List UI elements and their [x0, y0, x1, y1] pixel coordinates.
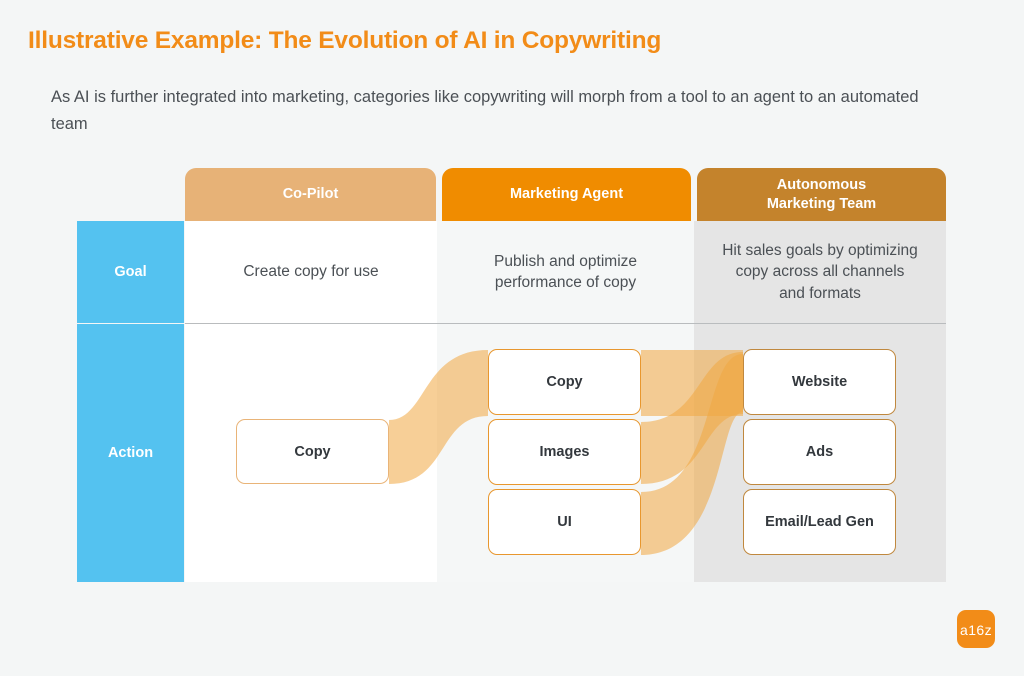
- goal-action-row-divider: [185, 323, 946, 324]
- node-agent-ui[interactable]: UI: [488, 489, 641, 555]
- goal-autonomous-line3: and formats: [779, 284, 861, 302]
- node-agent-images[interactable]: Images: [488, 419, 641, 485]
- node-agent-copy[interactable]: Copy: [488, 349, 641, 415]
- goal-cell-autonomous-team: Hit sales goals by optimizing copy acros…: [694, 221, 946, 323]
- node-agent-ui-label: UI: [557, 514, 572, 530]
- goal-autonomous-text: Hit sales goals by optimizing copy acros…: [722, 240, 918, 304]
- column-header-copilot-label: Co-Pilot: [282, 186, 339, 203]
- node-autonomous-website-label: Website: [791, 374, 848, 390]
- a16z-logo-text: a16z: [960, 621, 992, 638]
- node-copilot-copy[interactable]: Copy: [236, 419, 389, 484]
- goal-copilot-text: Create copy for use: [243, 263, 379, 281]
- column-header-autonomous-line1: Autonomous: [776, 177, 867, 194]
- page-subtitle: As AI is further integrated into marketi…: [51, 88, 919, 134]
- row-label-action-text: Action: [107, 445, 154, 461]
- column-header-autonomous-team-label: Autonomous Marketing Team: [767, 176, 876, 212]
- node-autonomous-email-lead-gen-label: Email/Lead Gen: [765, 514, 874, 530]
- goal-agent-text: Publish and optimize performance of copy: [494, 251, 637, 294]
- column-header-marketing-agent: Marketing Agent: [442, 168, 691, 221]
- a16z-logo: a16z: [957, 610, 995, 648]
- goal-cell-copilot: Create copy for use: [185, 221, 437, 323]
- node-autonomous-email-lead-gen[interactable]: Email/Lead Gen: [743, 489, 896, 555]
- goal-autonomous-line2: copy across all channels: [735, 263, 905, 281]
- goal-autonomous-line1: Hit sales goals by optimizing: [722, 241, 918, 259]
- column-header-autonomous-line2: Marketing Team: [766, 195, 877, 212]
- row-label-action: Action: [77, 324, 184, 582]
- node-agent-images-label: Images: [539, 444, 590, 460]
- goal-agent-line1: Publish and optimize: [493, 252, 638, 270]
- row-label-goal: Goal: [77, 221, 184, 323]
- column-header-marketing-agent-label: Marketing Agent: [509, 186, 624, 203]
- node-autonomous-ads-label: Ads: [805, 444, 834, 460]
- node-copilot-copy-label: Copy: [294, 443, 331, 460]
- column-header-copilot: Co-Pilot: [185, 168, 436, 221]
- goal-agent-line2: performance of copy: [494, 274, 637, 291]
- node-agent-copy-label: Copy: [546, 374, 583, 390]
- evolution-matrix: Co-Pilot Marketing Agent Autonomous Mark…: [77, 168, 946, 582]
- row-label-goal-text: Goal: [114, 264, 147, 280]
- column-header-autonomous-team: Autonomous Marketing Team: [697, 168, 946, 221]
- goal-cell-marketing-agent: Publish and optimize performance of copy: [437, 221, 694, 323]
- node-autonomous-ads[interactable]: Ads: [743, 419, 896, 485]
- page-title: Illustrative Example: The Evolution of A…: [28, 27, 662, 54]
- node-autonomous-website[interactable]: Website: [743, 349, 896, 415]
